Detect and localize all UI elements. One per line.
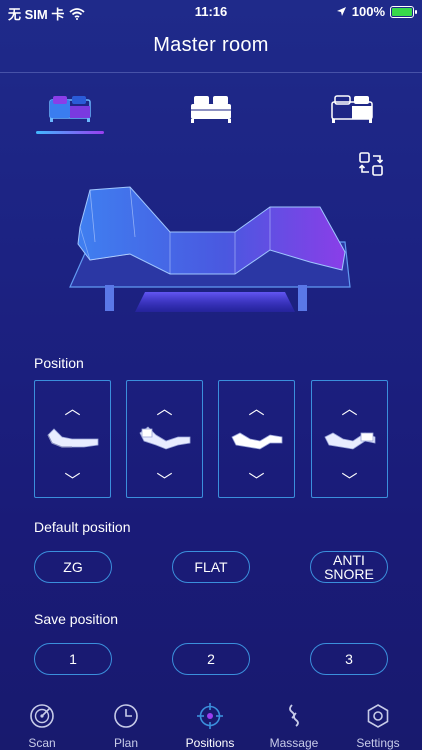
back-down-button[interactable]: ﹀ xyxy=(127,467,202,491)
save-position-label: Save position xyxy=(34,611,119,627)
leg-up-button[interactable]: ︿ xyxy=(219,395,294,419)
leg-position-icon xyxy=(231,432,283,450)
position-card-leg: ︿ ﹀ xyxy=(218,380,295,498)
wave-icon xyxy=(289,704,299,727)
clock-icon xyxy=(114,704,138,728)
radar-icon xyxy=(30,704,54,728)
position-card-foot: ︿ ﹀ xyxy=(311,380,388,498)
position-card-head: ︿ ﹀ xyxy=(34,380,111,498)
head-down-button[interactable]: ﹀ xyxy=(35,467,110,491)
nav-scan[interactable]: Scan xyxy=(0,694,84,750)
battery-percent: 100% xyxy=(351,4,385,19)
default-flat-button[interactable]: FLAT xyxy=(172,551,250,583)
battery-icon xyxy=(390,5,417,18)
status-bar: 无 SIM 卡 11:16 100% xyxy=(0,0,422,24)
full-bed-icon xyxy=(191,96,231,123)
tab-full-bed[interactable] xyxy=(181,88,241,128)
left-side-bed-icon xyxy=(49,96,91,122)
save-position-3-button[interactable]: 3 xyxy=(310,643,388,675)
back-up-button[interactable]: ︿ xyxy=(127,395,202,419)
location-arrow-icon xyxy=(336,7,346,16)
nav-settings-label: Settings xyxy=(356,736,400,750)
nav-positions-label: Positions xyxy=(185,736,235,750)
default-zg-button[interactable]: ZG xyxy=(34,551,112,583)
header-divider xyxy=(0,72,422,73)
bottom-nav: Scan Plan Positions Massage Settings xyxy=(0,694,422,750)
bed-illustration xyxy=(69,186,351,312)
save-position-1-button[interactable]: 1 xyxy=(34,643,112,675)
default-position-label: Default position xyxy=(34,519,131,535)
back-position-icon xyxy=(139,426,191,450)
nav-scan-label: Scan xyxy=(28,736,56,750)
foot-up-button[interactable]: ︿ xyxy=(312,395,387,419)
tab-left-side[interactable] xyxy=(40,88,100,128)
nav-plan[interactable]: Plan xyxy=(84,694,168,750)
gear-icon xyxy=(367,704,389,728)
tab-right-side[interactable] xyxy=(322,88,382,128)
default-anti-snore-button[interactable]: ANTI SNORE xyxy=(310,551,388,583)
position-card-back: ︿ ﹀ xyxy=(126,380,203,498)
nav-massage[interactable]: Massage xyxy=(252,694,336,750)
swap-icon[interactable] xyxy=(358,151,384,177)
crosshair-icon xyxy=(197,703,223,729)
nav-massage-label: Massage xyxy=(269,736,319,750)
right-side-bed-icon xyxy=(331,95,373,123)
head-position-icon xyxy=(47,428,99,448)
active-tab-indicator xyxy=(36,131,104,134)
nav-settings[interactable]: Settings xyxy=(336,694,420,750)
status-right: 100% xyxy=(336,4,417,19)
foot-down-button[interactable]: ﹀ xyxy=(312,467,387,491)
nav-plan-label: Plan xyxy=(113,736,139,750)
page-title: Master room xyxy=(153,34,269,56)
leg-down-button[interactable]: ﹀ xyxy=(219,467,294,491)
battery-fill xyxy=(392,7,412,16)
foot-position-icon xyxy=(324,432,376,450)
head-up-button[interactable]: ︿ xyxy=(35,395,110,419)
nav-positions[interactable]: Positions xyxy=(168,694,252,750)
position-section-label: Position xyxy=(34,355,84,371)
save-position-2-button[interactable]: 2 xyxy=(172,643,250,675)
